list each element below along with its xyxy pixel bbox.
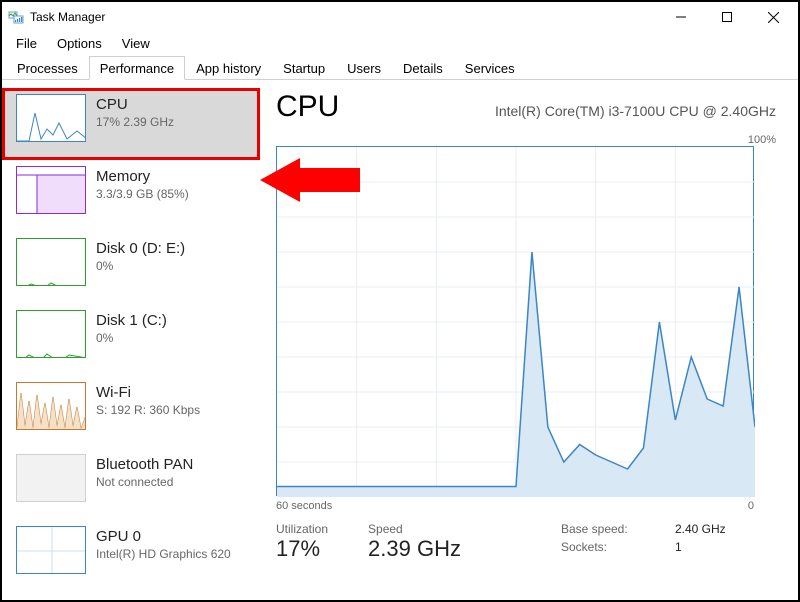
stat-value: 17% (276, 536, 328, 562)
panel-subtitle: Intel(R) Core(TM) i3-7100U CPU @ 2.40GHz (495, 103, 776, 119)
sidebar-item-sub: 17% 2.39 GHz (96, 115, 174, 129)
sidebar-item-title: Disk 1 (C:) (96, 312, 167, 329)
stat-utilization: Utilization 17% (276, 522, 328, 562)
sidebar-item-sub: 0% (96, 259, 185, 273)
chart-ymax-label: 100% (748, 134, 776, 146)
gpu0-thumb (16, 526, 86, 574)
stat-side: Base speed: 2.40 GHz Sockets: 1 (561, 522, 726, 562)
menu-file[interactable]: File (6, 34, 47, 53)
cpu-stats: Utilization 17% Speed 2.39 GHz Base spee… (276, 522, 778, 562)
tab-users[interactable]: Users (336, 56, 392, 80)
chart-xright-label: 0 (748, 500, 754, 512)
menu-view[interactable]: View (112, 34, 160, 53)
minimize-button[interactable] (658, 2, 704, 32)
sidebar-item-sub: S: 192 R: 360 Kbps (96, 403, 200, 417)
sidebar-item-title: Bluetooth PAN (96, 456, 193, 473)
sidebar-item-text: Bluetooth PAN Not connected (96, 454, 193, 489)
app-window: Task Manager File Options View Processes… (0, 0, 800, 602)
sidebar-item-title: Wi-Fi (96, 384, 200, 401)
tab-processes[interactable]: Processes (6, 56, 89, 80)
content-area: CPU 17% 2.39 GHz Memory 3.3/3.9 GB (85%) (2, 80, 798, 600)
sidebar-item-wifi[interactable]: Wi-Fi S: 192 R: 360 Kbps (2, 376, 260, 448)
window-controls (658, 2, 796, 32)
wifi-thumb (16, 382, 86, 430)
sidebar-item-sub: Intel(R) HD Graphics 620 (96, 547, 231, 561)
sidebar-item-sub: 0% (96, 331, 167, 345)
memory-thumb (16, 166, 86, 214)
stat-base-speed-label: Base speed: (561, 522, 641, 536)
sidebar-item-text: Disk 1 (C:) 0% (96, 310, 167, 345)
stat-value: 2.39 GHz (368, 536, 461, 562)
chart-xleft-label: 60 seconds (276, 500, 332, 512)
tab-performance[interactable]: Performance (89, 56, 185, 80)
sidebar-item-title: CPU (96, 96, 174, 113)
sidebar-item-title: Memory (96, 168, 189, 185)
stat-sockets-value: 1 (675, 540, 682, 554)
stat-sockets-label: Sockets: (561, 540, 641, 554)
sidebar-item-sub: Not connected (96, 475, 193, 489)
sidebar-item-bluetooth[interactable]: Bluetooth PAN Not connected (2, 448, 260, 520)
sidebar-item-title: Disk 0 (D: E:) (96, 240, 185, 257)
cpu-thumb (16, 94, 86, 142)
tab-details[interactable]: Details (392, 56, 454, 80)
panel-title: CPU (276, 90, 339, 124)
sidebar-item-text: Memory 3.3/3.9 GB (85%) (96, 166, 189, 201)
sidebar-item-gpu0[interactable]: GPU 0 Intel(R) HD Graphics 620 (2, 520, 260, 592)
bluetooth-thumb (16, 454, 86, 502)
sidebar-item-text: Wi-Fi S: 192 R: 360 Kbps (96, 382, 200, 417)
arrow-annotation (260, 150, 370, 215)
perf-sidebar: CPU 17% 2.39 GHz Memory 3.3/3.9 GB (85%) (2, 80, 260, 600)
sidebar-item-text: Disk 0 (D: E:) 0% (96, 238, 185, 273)
tab-startup[interactable]: Startup (272, 56, 336, 80)
stat-base-speed-value: 2.40 GHz (675, 522, 726, 536)
tab-app-history[interactable]: App history (185, 56, 272, 80)
maximize-button[interactable] (704, 2, 750, 32)
stat-speed: Speed 2.39 GHz (368, 522, 461, 562)
app-icon (8, 9, 24, 25)
sidebar-item-title: GPU 0 (96, 528, 231, 545)
tab-services[interactable]: Services (454, 56, 526, 80)
sidebar-item-disk1[interactable]: Disk 1 (C:) 0% (2, 304, 260, 376)
window-title: Task Manager (30, 10, 658, 24)
tabbar: Processes Performance App history Startu… (2, 54, 798, 80)
menubar: File Options View (2, 32, 798, 54)
close-button[interactable] (750, 2, 796, 32)
sidebar-item-memory[interactable]: Memory 3.3/3.9 GB (85%) (2, 160, 260, 232)
sidebar-item-disk0[interactable]: Disk 0 (D: E:) 0% (2, 232, 260, 304)
stat-label: Speed (368, 522, 461, 536)
disk0-thumb (16, 238, 86, 286)
disk1-thumb (16, 310, 86, 358)
sidebar-item-text: CPU 17% 2.39 GHz (96, 94, 174, 129)
sidebar-item-cpu[interactable]: CPU 17% 2.39 GHz (2, 88, 260, 160)
sidebar-item-text: GPU 0 Intel(R) HD Graphics 620 (96, 526, 231, 561)
panel-header: CPU Intel(R) Core(TM) i3-7100U CPU @ 2.4… (276, 90, 778, 124)
stat-label: Utilization (276, 522, 328, 536)
menu-options[interactable]: Options (47, 34, 112, 53)
titlebar: Task Manager (2, 2, 798, 32)
sidebar-item-sub: 3.3/3.9 GB (85%) (96, 187, 189, 201)
